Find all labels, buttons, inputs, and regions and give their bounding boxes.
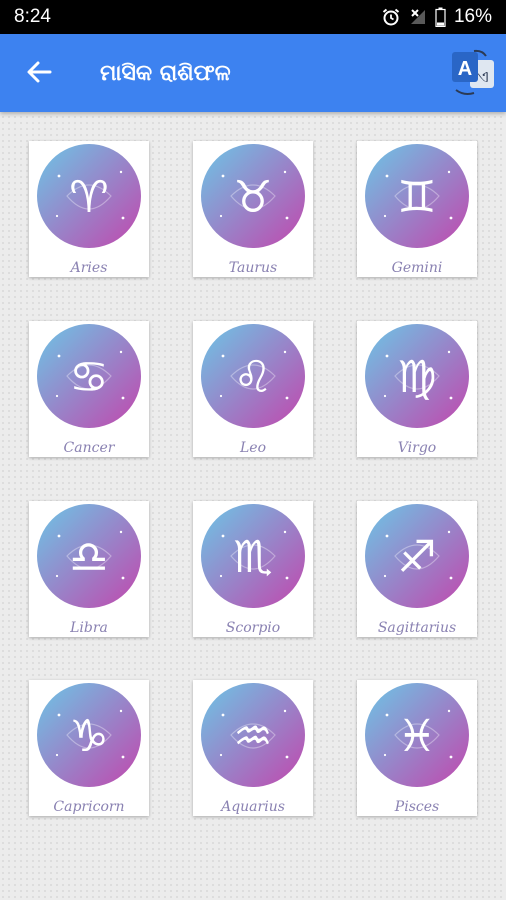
- zodiac-label-capricorn: Capricorn: [53, 799, 125, 815]
- pisces-symbol: ♓: [397, 711, 436, 762]
- zodiac-card-leo[interactable]: ♌ Leo: [193, 321, 313, 457]
- zodiac-card-capricorn[interactable]: ♑ Capricorn: [29, 680, 149, 816]
- zodiac-label-taurus: Taurus: [228, 260, 278, 276]
- capricorn-sign-icon: ♑: [37, 683, 141, 787]
- scorpio-symbol: ♏: [233, 532, 272, 583]
- alarm-icon: [381, 7, 401, 27]
- battery-level: 16%: [453, 6, 492, 27]
- zodiac-card-scorpio[interactable]: ♏ Scorpio: [193, 501, 313, 637]
- pisces-sign-icon: ♓: [365, 683, 469, 787]
- zodiac-label-cancer: Cancer: [63, 440, 115, 456]
- status-icons: 16%: [381, 6, 492, 28]
- page-title: ମାସିକ ରାଶିଫଳ: [100, 61, 231, 86]
- zodiac-grid: ♈ Aries ♉ Taurus ♊ Gemini ♋ Cancer ♌ Leo ♍ Virgo ♎ Li…: [0, 112, 506, 900]
- zodiac-card-aries[interactable]: ♈ Aries: [29, 141, 149, 277]
- zodiac-label-gemini: Gemini: [391, 260, 443, 276]
- aries-sign-icon: ♈: [37, 144, 141, 248]
- aquarius-symbol: ♒: [233, 711, 272, 762]
- zodiac-label-pisces: Pisces: [394, 799, 440, 815]
- back-button[interactable]: [16, 54, 62, 94]
- leo-sign-icon: ♌: [201, 324, 305, 428]
- cancer-symbol: ♋: [69, 352, 108, 403]
- zodiac-card-cancer[interactable]: ♋ Cancer: [29, 321, 149, 457]
- translate-glyph-a: A: [458, 58, 472, 80]
- aries-symbol: ♈: [69, 172, 108, 223]
- zodiac-card-gemini[interactable]: ♊ Gemini: [357, 141, 477, 277]
- leo-symbol: ♌: [233, 352, 272, 403]
- aquarius-sign-icon: ♒: [201, 683, 305, 787]
- signal-off-icon: [409, 7, 427, 27]
- scorpio-sign-icon: ♏: [201, 504, 305, 608]
- status-bar: 8:24 16%: [0, 0, 506, 34]
- libra-symbol: ♎: [69, 532, 108, 583]
- status-time: 8:24: [14, 6, 51, 27]
- translate-icon: A ଏ: [452, 49, 494, 95]
- virgo-symbol: ♍: [397, 352, 436, 403]
- gemini-sign-icon: ♊: [365, 144, 469, 248]
- battery-icon: [435, 7, 446, 27]
- zodiac-label-virgo: Virgo: [397, 440, 437, 456]
- sagittarius-symbol: ♐: [397, 532, 436, 583]
- translate-glyph-b: ଏ: [477, 67, 488, 86]
- cancer-sign-icon: ♋: [37, 324, 141, 428]
- taurus-sign-icon: ♉: [201, 144, 305, 248]
- zodiac-card-taurus[interactable]: ♉ Taurus: [193, 141, 313, 277]
- zodiac-card-libra[interactable]: ♎ Libra: [29, 501, 149, 637]
- gemini-symbol: ♊: [397, 172, 436, 223]
- zodiac-label-leo: Leo: [239, 440, 266, 456]
- zodiac-label-scorpio: Scorpio: [225, 620, 281, 636]
- zodiac-label-libra: Libra: [70, 620, 108, 636]
- translate-button[interactable]: A ଏ: [448, 46, 498, 100]
- arrow-left-icon: [25, 58, 53, 90]
- zodiac-card-aquarius[interactable]: ♒ Aquarius: [193, 680, 313, 816]
- zodiac-card-virgo[interactable]: ♍ Virgo: [357, 321, 477, 457]
- app-bar: ମାସିକ ରାଶିଫଳ A ଏ: [0, 34, 506, 112]
- taurus-symbol: ♉: [233, 172, 272, 223]
- zodiac-card-sagittarius[interactable]: ♐ Sagittarius: [357, 501, 477, 637]
- libra-sign-icon: ♎: [37, 504, 141, 608]
- zodiac-label-aries: Aries: [70, 260, 108, 276]
- zodiac-label-aquarius: Aquarius: [221, 799, 285, 815]
- zodiac-label-sagittarius: Sagittarius: [377, 620, 457, 636]
- zodiac-card-pisces[interactable]: ♓ Pisces: [357, 680, 477, 816]
- sagittarius-sign-icon: ♐: [365, 504, 469, 608]
- capricorn-symbol: ♑: [69, 711, 108, 762]
- virgo-sign-icon: ♍: [365, 324, 469, 428]
